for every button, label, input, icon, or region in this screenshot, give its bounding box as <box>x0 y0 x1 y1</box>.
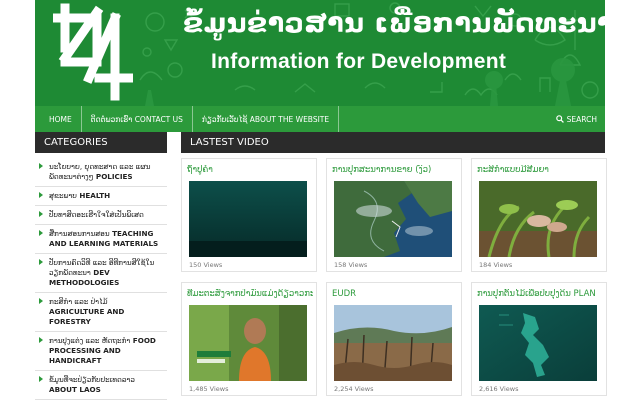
video-title[interactable]: ກະສິກຳແບບມີສີມຍາ <box>477 165 603 175</box>
category-special-attention[interactable]: ປັບທາສິດອະເຮີາໃຈໃສ່ເປັນພິເສດ <box>35 206 167 225</box>
category-label-en: HEALTH <box>79 191 111 200</box>
thumbnail-image <box>334 181 452 257</box>
video-card[interactable]: ການປຸກສະນາການຂາຍ (ງົວ) 158 Views <box>326 158 462 272</box>
nav-contact-us[interactable]: ຕິດຕໍ່ພວກເຮົາ CONTACT US <box>82 106 193 132</box>
category-list: ນະໂຍບາຍ, ຍຸດທະສາດ ແລະ ແຜນພັດທະນາຕ່າງໆ PO… <box>35 158 167 400</box>
video-card[interactable]: ກະສິກຳແບບມີສີມຍາ 184 Views <box>471 158 607 272</box>
view-count: 158 Views <box>334 261 368 269</box>
arrow-right-icon <box>39 259 43 265</box>
category-label-lao: ສື່ການສອນການສອນ <box>49 229 110 238</box>
arrow-right-icon <box>39 230 43 236</box>
category-about-laos[interactable]: ຂໍ້ມູນທີ່ຈະປ່ຽວກັບປະເທດລາວ ABOUT LAOS <box>35 371 167 400</box>
site-title-lao: ຂໍ້ມູນຂ່າວສານ ເພື່ອການພັດທະນາ <box>183 8 605 39</box>
thumbnail-image <box>479 305 597 381</box>
latest-video-heading: LASTEST VIDEO <box>181 132 605 153</box>
nav-about-website[interactable]: ກ່ຽວກັບເວັບໄຊ້ ABOUT THE WEBSITE <box>193 106 340 132</box>
search-icon <box>555 115 564 123</box>
nav-search[interactable]: SEARCH <box>555 114 605 124</box>
view-count: 150 Views <box>189 261 223 269</box>
arrow-right-icon <box>39 211 43 217</box>
category-label-en: POLICIES <box>95 172 133 181</box>
video-title[interactable]: ທີ່ມະຕະສົ່ງຈາກປ່າມົ່ນແມ່ງດ້ຽວາວກະ <box>187 289 313 299</box>
category-policies[interactable]: ນະໂຍບາຍ, ຍຸດທະສາດ ແລະ ແຜນພັດທະນາຕ່າງໆ PO… <box>35 158 167 187</box>
video-card[interactable]: ການປຸກຕົ້ນໄມ້ເພື່ອປັບປຸງດິນ PLAN 2,616 V… <box>471 282 607 396</box>
main-nav: HOME ຕິດຕໍ່ພວກເຮົາ CONTACT US ກ່ຽວກັບເວັ… <box>35 106 605 132</box>
video-thumbnail[interactable] <box>334 305 452 381</box>
video-title[interactable]: ການປຸກສະນາການຂາຍ (ງົວ) <box>332 165 458 175</box>
site-title-english: Information for Development <box>211 50 507 73</box>
category-health[interactable]: ສຸຂະພາບ HEALTH <box>35 187 167 206</box>
arrow-right-icon <box>39 337 43 343</box>
arrow-right-icon <box>39 163 43 169</box>
video-thumbnail[interactable] <box>479 305 597 381</box>
header-banner: ຂໍ້ມູນຂ່າວສານ ເພື່ອການພັດທະນາ Informatio… <box>35 0 605 106</box>
view-count: 184 Views <box>479 261 513 269</box>
view-count: 2,254 Views <box>334 385 374 393</box>
video-card[interactable]: ຖ້ຳປູຄຳ 150 Views <box>181 158 317 272</box>
category-food-handicraft[interactable]: ການປຸງແຕ່ງ ແລະ ຫັດຖະກຳ FOOD PROCESSING A… <box>35 332 167 371</box>
video-card[interactable]: EUDR 2,254 Views <box>326 282 462 396</box>
category-label-en: ABOUT LAOS <box>49 385 101 394</box>
thumbnail-image <box>334 305 452 381</box>
category-label-lao: ຂໍ້ມູນທີ່ຈະປ່ຽວກັບປະເທດລາວ <box>49 375 135 384</box>
video-title[interactable]: EUDR <box>332 289 458 299</box>
category-label-lao: ກະສິກຳ ແລະ ປ່າໄມ້ <box>49 297 108 306</box>
thumbnail-image <box>479 181 597 257</box>
category-label-lao: ປັບທາສິດອະເຮີາໃຈໃສ່ເປັນພິເສດ <box>49 210 144 219</box>
category-dev-methodologies[interactable]: ປັບການຄົດວິທີ ແລະ ອີທີການສີໃຊ້ໃນວຽກພັດທະ… <box>35 254 167 293</box>
view-count: 2,616 Views <box>479 385 519 393</box>
arrow-right-icon <box>39 298 43 304</box>
video-thumbnail[interactable] <box>189 181 307 257</box>
category-teaching-materials[interactable]: ສື່ການສອນການສອນ TEACHING AND LEARNING MA… <box>35 225 167 254</box>
thumbnail-image <box>189 181 307 257</box>
category-label-lao: ສຸຂະພາບ <box>49 191 77 200</box>
video-thumbnail[interactable] <box>334 181 452 257</box>
video-card[interactable]: ທີ່ມະຕະສົ່ງຈາກປ່າມົ່ນແມ່ງດ້ຽວາວກະ 1,485 … <box>181 282 317 396</box>
arrow-right-icon <box>39 192 43 198</box>
view-count: 1,485 Views <box>189 385 229 393</box>
thumbnail-image <box>189 305 307 381</box>
search-label: SEARCH <box>566 114 597 124</box>
nav-home[interactable]: HOME <box>35 106 82 132</box>
i4d-logo <box>53 3 133 101</box>
category-agriculture-forestry[interactable]: ກະສິກຳ ແລະ ປ່າໄມ້ AGRICULTURE AND FOREST… <box>35 293 167 332</box>
category-label-en: AGRICULTURE AND FORESTRY <box>49 307 125 326</box>
video-thumbnail[interactable] <box>479 181 597 257</box>
categories-heading: CATEGORIES <box>35 132 167 153</box>
video-title[interactable]: ຖ້ຳປູຄຳ <box>187 165 313 175</box>
video-title[interactable]: ການປຸກຕົ້ນໄມ້ເພື່ອປັບປຸງດິນ PLAN <box>477 289 603 299</box>
category-label-lao: ການປຸງແຕ່ງ ແລະ ຫັດຖະກຳ <box>49 336 131 345</box>
video-thumbnail[interactable] <box>189 305 307 381</box>
arrow-right-icon <box>39 376 43 382</box>
